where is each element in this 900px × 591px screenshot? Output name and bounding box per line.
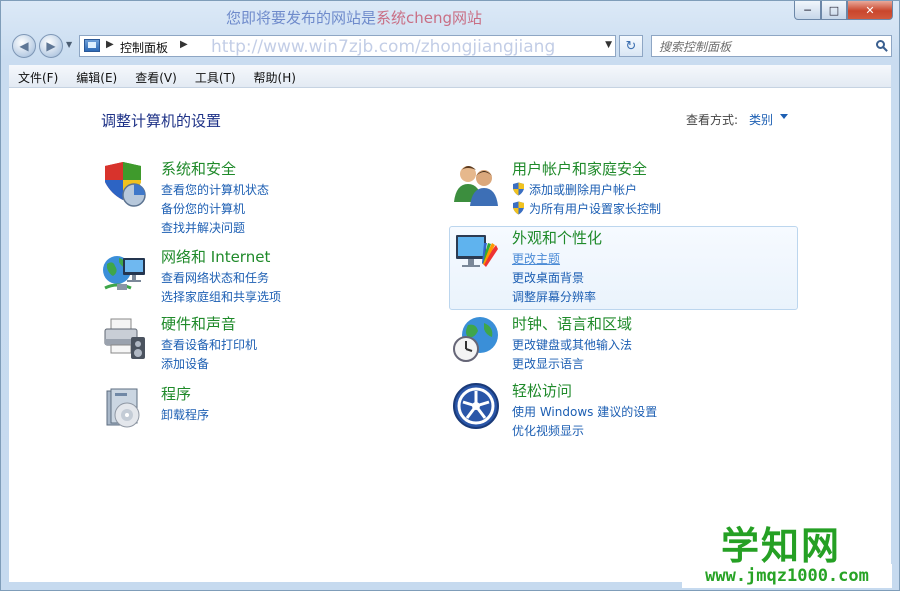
menu-tools[interactable]: 工具(T) [186, 65, 245, 87]
ease-of-access-icon [453, 383, 499, 429]
category-title[interactable]: 外观和个性化 [512, 227, 602, 248]
task-link[interactable]: 优化视频显示 [512, 422, 584, 439]
menu-bar: 文件(F) 编辑(E) 查看(V) 工具(T) 帮助(H) [9, 65, 891, 88]
address-dropdown-icon[interactable]: ▼ [605, 40, 612, 50]
users-icon [454, 166, 498, 206]
category-title[interactable]: 系统和安全 [161, 158, 236, 179]
watermark-text: 您即将要发布的网站是系统cheng网站 [226, 7, 482, 28]
task-link[interactable]: 更改主题 [512, 250, 560, 267]
task-link[interactable]: 使用 Windows 建议的设置 [512, 403, 657, 420]
breadcrumb-arrow-icon[interactable]: ▶ [106, 39, 114, 50]
uac-shield-icon [513, 201, 524, 215]
task-link[interactable]: 查看网络状态和任务 [161, 269, 269, 286]
view-by-label: 查看方式: [686, 113, 739, 127]
task-link[interactable]: 添加设备 [161, 355, 209, 372]
hover-highlight [449, 226, 798, 310]
menu-edit[interactable]: 编辑(E) [67, 65, 126, 87]
clock-globe-icon [453, 317, 498, 362]
category-title[interactable]: 用户帐户和家庭安全 [512, 158, 647, 179]
category-title[interactable]: 硬件和声音 [161, 313, 236, 334]
appearance-monitor-icon [456, 235, 498, 267]
navigation-bar: ◀ ▶ ▼ ▶ 控制面板 ▶ ▼ ↻ [1, 31, 899, 61]
page-title: 调整计算机的设置 [101, 112, 222, 130]
category-title[interactable]: 轻松访问 [512, 380, 572, 401]
task-link[interactable]: 查看设备和打印机 [161, 336, 257, 353]
view-by-dropdown[interactable]: 类别 [749, 111, 773, 128]
site-watermark-logo: 学知网 [721, 524, 842, 568]
task-link[interactable]: 更改桌面背景 [512, 269, 584, 286]
close-button[interactable]: ✕ [847, 1, 893, 20]
recent-pages-dropdown-icon[interactable]: ▼ [66, 40, 72, 49]
forward-button[interactable]: ▶ [39, 34, 63, 58]
breadcrumb-control-panel[interactable]: 控制面板 [120, 39, 168, 56]
watermark-prefix: 您即将要发布的网站是 [226, 9, 377, 27]
task-link[interactable]: 为所有用户设置家长控制 [529, 200, 661, 217]
title-bar[interactable]: 您即将要发布的网站是系统cheng网站 ─ □ ✕ [1, 1, 899, 29]
breadcrumb-arrow-icon[interactable]: ▶ [180, 39, 188, 50]
menu-file[interactable]: 文件(F) [9, 65, 67, 87]
control-panel-window: 您即将要发布的网站是系统cheng网站 ─ □ ✕ ◀ ▶ ▼ ▶ 控制面板 ▶… [0, 0, 900, 591]
menu-help[interactable]: 帮助(H) [245, 65, 305, 87]
task-link[interactable]: 更改键盘或其他输入法 [512, 336, 632, 353]
window-controls: ─ □ ✕ [794, 1, 893, 20]
uac-shield-icon [513, 182, 524, 196]
category-title[interactable]: 网络和 Internet [161, 246, 270, 267]
address-bar[interactable]: ▶ 控制面板 ▶ ▼ [79, 35, 616, 57]
minimize-button[interactable]: ─ [794, 1, 821, 20]
task-link[interactable]: 添加或删除用户帐户 [529, 181, 637, 198]
category-title[interactable]: 程序 [161, 383, 191, 404]
menu-view[interactable]: 查看(V) [126, 65, 186, 87]
programs-icon [106, 388, 140, 428]
task-link[interactable]: 查看您的计算机状态 [161, 181, 269, 198]
control-panel-icon [84, 39, 100, 52]
search-icon[interactable] [876, 40, 885, 49]
search-box[interactable] [651, 35, 892, 57]
chevron-down-icon[interactable] [780, 114, 788, 119]
network-globe-icon [103, 256, 145, 290]
task-link[interactable]: 备份您的计算机 [161, 200, 245, 217]
search-input[interactable] [657, 37, 861, 57]
watermark-brand: 系统cheng网站 [376, 9, 483, 27]
task-link[interactable]: 更改显示语言 [512, 355, 584, 372]
security-shield-icon [105, 162, 146, 207]
back-button[interactable]: ◀ [12, 34, 36, 58]
task-link[interactable]: 卸载程序 [161, 406, 209, 423]
printer-icon [104, 318, 145, 359]
refresh-button[interactable]: ↻ [619, 35, 643, 57]
category-title[interactable]: 时钟、语言和区域 [512, 313, 632, 334]
content-pane: 调整计算机的设置 查看方式: 类别 系统和安全 查看您的计算机状态 备份您的计算… [9, 88, 891, 582]
task-link[interactable]: 查找并解决问题 [161, 219, 245, 236]
site-watermark-url: www.jmqz1000.com [682, 564, 892, 588]
task-link[interactable]: 选择家庭组和共享选项 [161, 288, 281, 305]
task-link[interactable]: 调整屏幕分辨率 [512, 288, 596, 305]
maximize-button[interactable]: □ [821, 1, 847, 20]
